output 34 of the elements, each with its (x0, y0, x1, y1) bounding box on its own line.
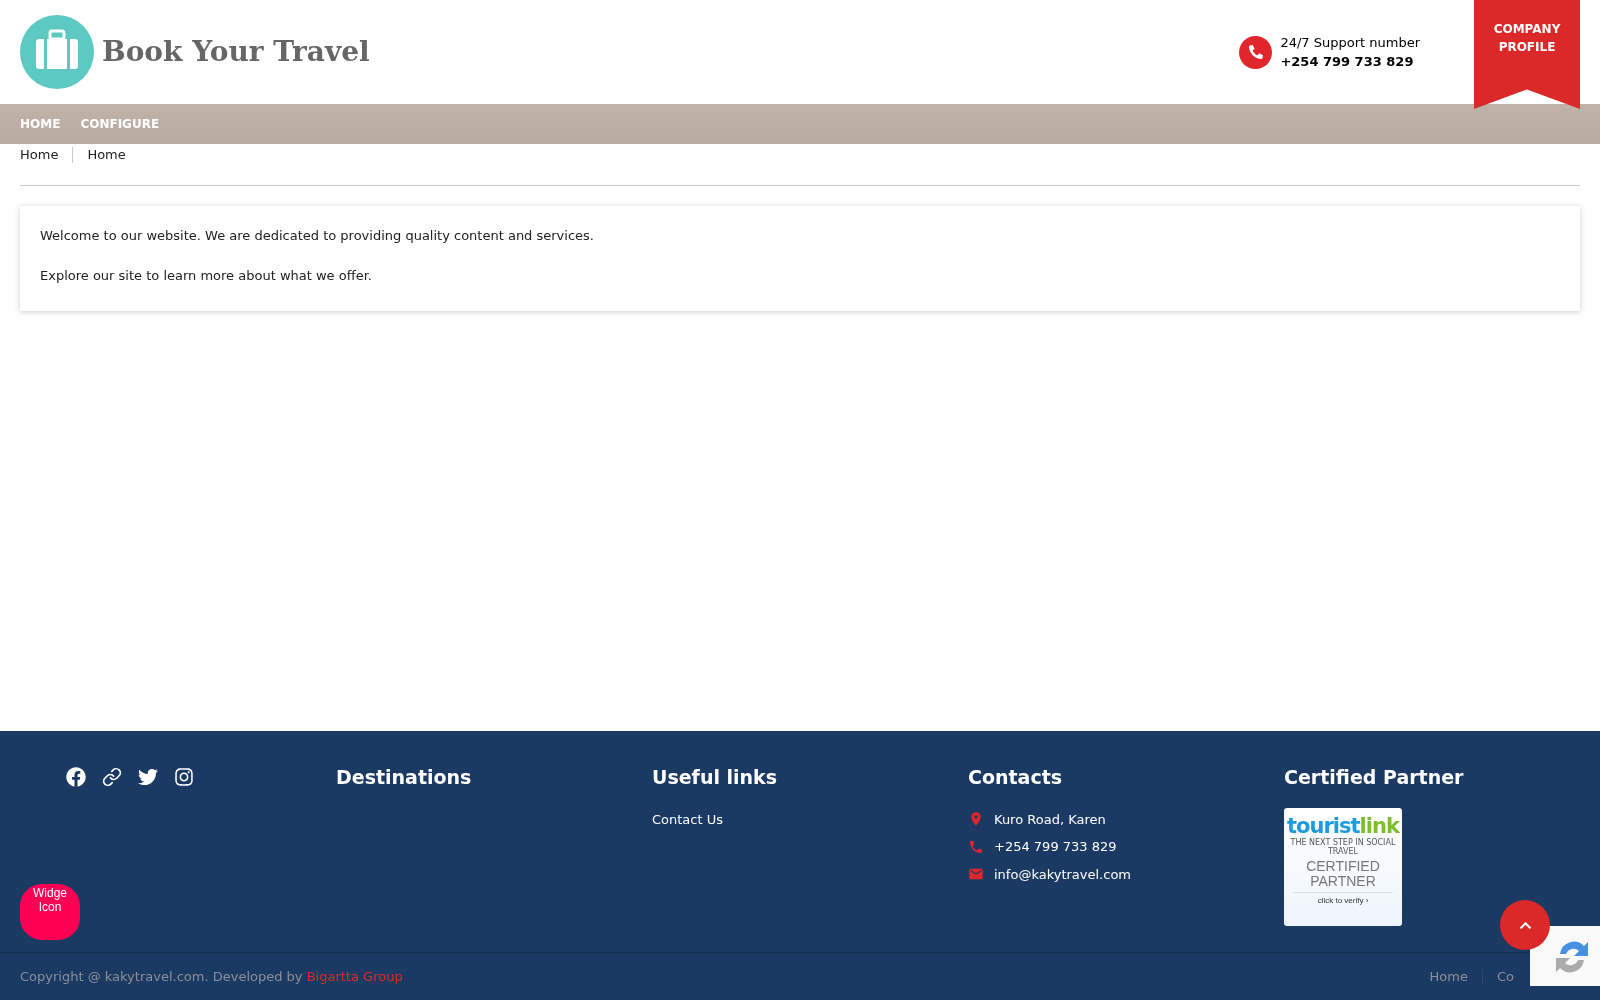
twitter-icon[interactable] (138, 767, 158, 787)
support-phone[interactable]: +254 799 733 829 (1280, 52, 1420, 72)
breadcrumb-link[interactable]: Home (87, 145, 126, 165)
breadcrumb-link[interactable]: Home (20, 145, 59, 165)
footer-bottom-link[interactable]: Co (1496, 966, 1514, 987)
footer-link[interactable]: Contact Us (652, 809, 968, 829)
link-icon[interactable] (102, 767, 122, 787)
content-paragraph: Explore our site to learn more about what we offer. (40, 266, 373, 285)
content-paragraph: Welcome to our website. We are dedicated to providing quality content and services. (40, 227, 595, 245)
footer-heading: Useful links (652, 765, 779, 790)
contact-text: Kuro Road, Karen (994, 810, 1106, 829)
badge-label: CERTIFIED (1306, 858, 1380, 874)
brand-text: tourist (1287, 815, 1360, 837)
brand-text: link (1359, 815, 1399, 837)
company-profile-ribbon[interactable]: COMPANY PROFILE (1474, 0, 1580, 109)
phone-icon (1239, 35, 1273, 69)
footer-heading: Certified Partner (1284, 765, 1465, 790)
support-label: 24/7 Support number (1280, 33, 1420, 52)
recaptcha-badge-icon (1530, 926, 1600, 986)
contact-text[interactable]: +254 799 733 829 (994, 837, 1117, 857)
location-pin-icon (968, 811, 984, 828)
badge-label: PARTNER (1310, 873, 1376, 889)
footer-heading: Contacts (968, 765, 1064, 790)
logo-text[interactable]: Book Your Travel (102, 31, 370, 73)
partner-badge[interactable]: touristlink THE NEXT STEP IN SOCIAL TRAVEL CERTIFIED PARTNER click to verify › (1284, 807, 1402, 926)
badge-tagline: THE NEXT STEP IN SOCIAL TRAVEL (1289, 837, 1397, 856)
contact-text[interactable]: info@kakytravel.com (994, 864, 1131, 884)
footer-heading: Destinations (336, 765, 473, 790)
instagram-icon[interactable] (174, 767, 194, 787)
phone-icon (968, 838, 984, 855)
facebook-icon[interactable] (66, 767, 86, 787)
footer-bottom-link[interactable]: Home (1429, 966, 1468, 987)
verify-text: click to verify › (1293, 891, 1393, 907)
copyright-text: Copyright @ kakytravel.com. Developed by Bigartta Group (20, 967, 403, 986)
